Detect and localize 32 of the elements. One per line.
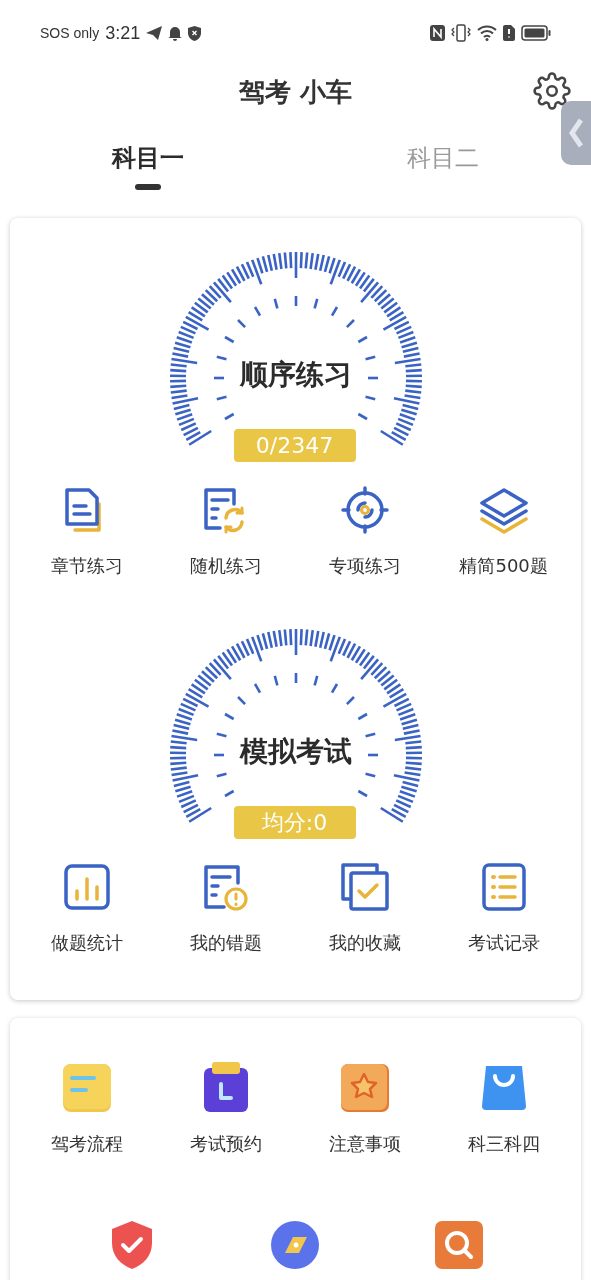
settings-button[interactable] bbox=[533, 72, 571, 110]
shortcut-item[interactable]: 做题统计 bbox=[18, 859, 157, 956]
nfc-icon bbox=[430, 25, 445, 41]
shield-icon bbox=[188, 25, 202, 41]
vibrate-icon bbox=[451, 24, 471, 42]
practice-title[interactable]: 顺序练习 bbox=[165, 354, 426, 396]
subject-tab[interactable]: 科目一 bbox=[0, 136, 296, 218]
shortcut-item[interactable]: 考试预约 bbox=[156, 1060, 296, 1157]
side-handle[interactable] bbox=[561, 101, 591, 165]
carrier-text: SOS only bbox=[40, 23, 100, 43]
send-icon bbox=[146, 26, 163, 40]
app-title: 驾考 小车 bbox=[238, 75, 353, 109]
chevron-left-icon bbox=[569, 118, 583, 148]
wifi-icon bbox=[477, 25, 497, 41]
shortcut-item[interactable]: 我的错题 bbox=[156, 859, 296, 956]
exam-title[interactable]: 模拟考试 bbox=[165, 731, 426, 773]
bell-icon bbox=[168, 25, 183, 41]
shortcut-item[interactable]: 驾考流程 bbox=[18, 1060, 157, 1157]
gauge-badge: 均分:0 bbox=[233, 806, 356, 839]
shortcut-item[interactable]: 考试记录 bbox=[434, 859, 573, 956]
sim-alert-icon bbox=[503, 25, 515, 41]
shortcut-item[interactable]: 章节练习 bbox=[18, 482, 157, 579]
shortcut-item[interactable]: 科三科四 bbox=[434, 1060, 573, 1157]
shortcut-item[interactable]: 我的收藏 bbox=[295, 859, 435, 956]
battery-icon bbox=[521, 25, 551, 41]
gauge-badge: 0/2347 bbox=[233, 429, 356, 462]
clock: 3:21 bbox=[105, 21, 141, 45]
shortcut-item[interactable]: 随机练习 bbox=[156, 482, 296, 579]
shortcut-item[interactable]: 专项练习 bbox=[295, 482, 435, 579]
shortcut-item[interactable]: 精简500题 bbox=[434, 482, 573, 579]
shortcut-item[interactable]: 注意事项 bbox=[295, 1060, 435, 1157]
settings-icon bbox=[533, 72, 571, 110]
